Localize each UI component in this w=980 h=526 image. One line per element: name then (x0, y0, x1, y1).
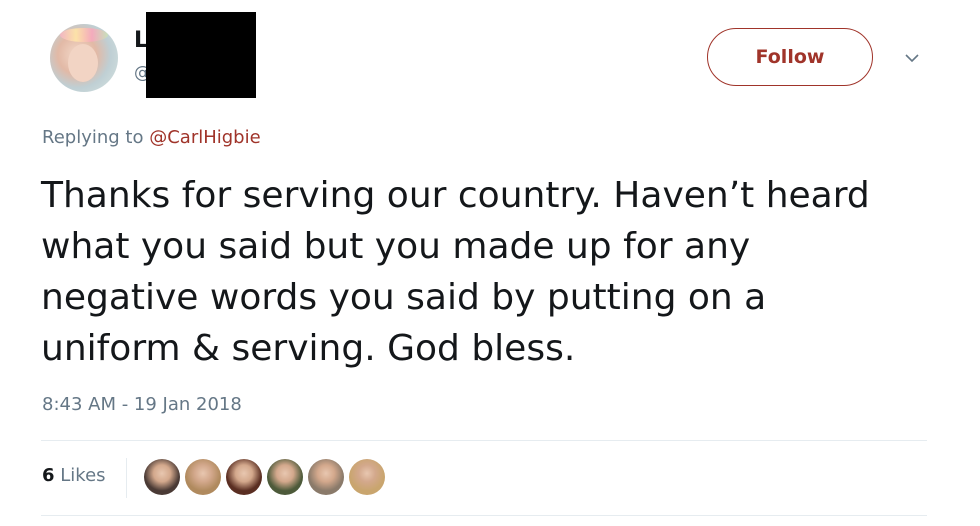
tweet-line: uniform & serving. God bless. (41, 328, 576, 369)
stats-separator (126, 458, 127, 498)
liker-avatar[interactable] (349, 459, 385, 495)
liker-avatar[interactable] (308, 459, 344, 495)
divider-top (41, 440, 927, 441)
divider-bottom (41, 515, 927, 516)
likers-avatars (144, 459, 385, 495)
reply-prefix: Replying to (42, 127, 144, 148)
reply-context: Replying to @CarlHigbie (42, 127, 261, 148)
chevron-down-icon[interactable] (902, 48, 922, 68)
tweet-line: negative words you said by putting on a (41, 277, 767, 318)
tweet-card: L @ Follow Replying to @CarlHigbie Thank… (0, 0, 980, 526)
tweet-text: Thanks for serving our country. Haven’t … (41, 170, 951, 374)
tweet-line: Thanks for serving our country. Haven’t … (41, 175, 870, 216)
flower-crown (60, 28, 108, 42)
likes-count: 6 (42, 465, 55, 486)
likes-label: Likes (60, 465, 106, 486)
reply-mention-link[interactable]: @CarlHigbie (149, 127, 260, 148)
liker-avatar[interactable] (267, 459, 303, 495)
liker-avatar[interactable] (226, 459, 262, 495)
tweet-line: what you said but you made up for any (41, 226, 751, 267)
author-avatar[interactable] (50, 24, 118, 92)
tweet-timestamp[interactable]: 8:43 AM - 19 Jan 2018 (42, 394, 242, 415)
redaction-box (146, 12, 256, 98)
follow-button[interactable]: Follow (707, 28, 873, 86)
liker-avatar[interactable] (144, 459, 180, 495)
avatar-face (68, 44, 98, 82)
liker-avatar[interactable] (185, 459, 221, 495)
likes-stat[interactable]: 6 Likes (42, 465, 106, 486)
